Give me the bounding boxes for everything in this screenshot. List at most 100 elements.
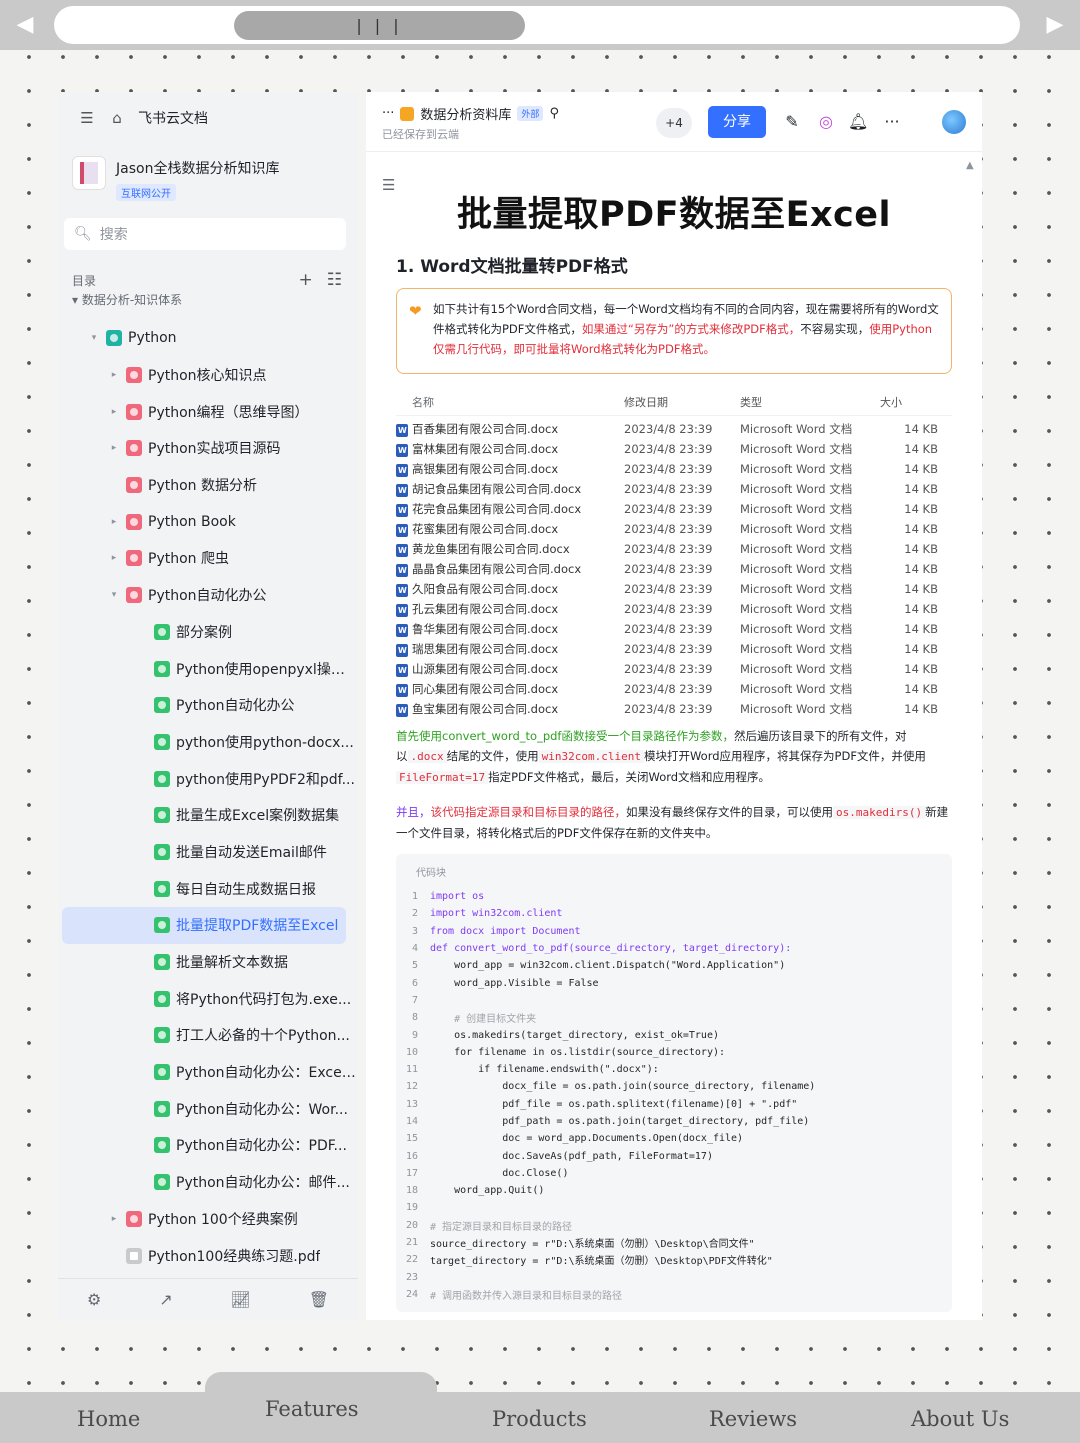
sidebar-item[interactable]: Python自动化办公：Excel...: [58, 1054, 358, 1091]
nav-reviews[interactable]: Reviews: [709, 1407, 797, 1431]
column-type[interactable]: 类型: [740, 394, 880, 410]
list-settings-icon[interactable]: ☷: [327, 270, 342, 290]
ai-assistant-icon[interactable]: ◎: [816, 112, 836, 131]
edit-icon[interactable]: ✎: [782, 112, 802, 131]
file-list-table: 名称 修改日期 类型 大小 百香集团有限公司合同.docx 2023/4/8 23…: [396, 388, 952, 719]
sidebar-item[interactable]: 批量提取PDF数据至Excel: [62, 907, 346, 944]
column-size[interactable]: 大小: [880, 394, 952, 410]
sidebar-item[interactable]: 部分案例: [58, 614, 358, 651]
bell-icon[interactable]: 🔔︎: [848, 112, 868, 131]
chevron-right-icon[interactable]: ▸: [108, 553, 120, 563]
chevron-down-icon[interactable]: ▾: [108, 590, 120, 600]
sidebar-item[interactable]: Python自动化办公：Wor...: [58, 1090, 358, 1127]
sidebar-item[interactable]: Python使用openpyxl操作...: [58, 650, 358, 687]
scroll-up-icon[interactable]: ▲: [966, 160, 974, 171]
table-row: 瑞思集团有限公司合同.docx 2023/4/8 23:39 Microsoft W…: [396, 639, 952, 659]
sidebar-item-label: 批量解析文本数据: [176, 955, 288, 972]
sidebar-item[interactable]: Python100经典练习题.pdf: [58, 1237, 358, 1274]
sidebar-item[interactable]: Python自动化办公: [58, 687, 358, 724]
home-icon[interactable]: ⌂: [108, 109, 126, 127]
knowledge-base-header[interactable]: Jason全栈数据分析知识库 互联网公开: [72, 156, 279, 201]
breadcrumb-library[interactable]: 数据分析资料库: [420, 104, 511, 123]
chevron-right-icon[interactable]: ▸: [108, 517, 120, 527]
nav-products[interactable]: Products: [492, 1407, 587, 1431]
sidebar-item[interactable]: 批量解析文本数据: [58, 944, 358, 981]
share-button[interactable]: 分享: [708, 106, 766, 138]
external-badge: 外部: [517, 106, 544, 121]
nav-home[interactable]: Home: [77, 1407, 140, 1431]
address-bar[interactable]: [54, 6, 1020, 44]
code-text: from docx import Document: [430, 925, 581, 937]
sidebar-item[interactable]: ▸ Python核心知识点: [58, 357, 358, 394]
sidebar-item[interactable]: Python自动化办公：PDF...: [58, 1127, 358, 1164]
line-number: 9: [411, 1029, 418, 1041]
table-row: 花完食品集团有限公司合同.docx 2023/4/8 23:39 Microsoft…: [396, 499, 952, 519]
code-block[interactable]: 代码块 1 import os 2 import win32com.client 3 fr…: [396, 854, 952, 1312]
line-number: 14: [405, 1116, 418, 1127]
code-line: 13 pdf_file = os.path.splitext(filename)…: [396, 1096, 952, 1113]
nav-features[interactable]: Features: [265, 1397, 359, 1421]
search-input[interactable]: 🔍︎ 搜索: [64, 218, 346, 250]
sidebar-item[interactable]: Python 数据分析: [58, 467, 358, 504]
chevron-down-icon[interactable]: ▾: [88, 333, 100, 343]
chevron-right-icon[interactable]: ▸: [108, 1214, 120, 1224]
document-icon: [154, 843, 170, 860]
file-name-text: 胡记食品集团有限公司合同.docx: [412, 482, 582, 496]
sidebar-item[interactable]: 每日自动生成数据日报: [58, 870, 358, 907]
chevron-right-icon[interactable]: ▸: [108, 370, 120, 380]
column-name[interactable]: 名称: [396, 394, 624, 410]
triangle-left-icon[interactable]: ◀: [10, 10, 40, 40]
sidebar-item[interactable]: Python自动化办公：邮件...: [58, 1164, 358, 1201]
pin-icon[interactable]: ⚲: [549, 106, 559, 121]
file-name-text: 花完食品集团有限公司合同.docx: [412, 502, 582, 516]
chevron-right-icon[interactable]: ▸: [108, 443, 120, 453]
sidebar-item-label: 批量生成Excel案例数据集: [176, 808, 340, 825]
code-text: for filename in os.listdir(source_direct…: [430, 1046, 726, 1058]
more-options-icon[interactable]: ···: [882, 112, 902, 131]
scroll-grip[interactable]: | | |: [234, 11, 525, 40]
file-name: 同心集团有限公司合同.docx: [396, 681, 624, 697]
trash-icon[interactable]: 🗑︎: [309, 1290, 329, 1309]
document-icon: [154, 1064, 170, 1081]
para1-text-3: 模块打开Word应用程序，将其保存为PDF文件，并使用: [643, 749, 926, 763]
file-name: 高银集团有限公司合同.docx: [396, 461, 624, 477]
sidebar-item[interactable]: python使用PyPDF2和pdf...: [58, 760, 358, 797]
add-icon[interactable]: +: [299, 270, 313, 290]
sidebar-item[interactable]: ▸ Python Book: [58, 503, 358, 540]
gear-icon[interactable]: ⚙: [87, 1290, 101, 1309]
sidebar-item[interactable]: ▸ Python 爬虫: [58, 540, 358, 577]
sidebar-item[interactable]: ▾ Python自动化办公: [58, 577, 358, 614]
page-title: 批量提取PDF数据至Excel: [456, 195, 892, 235]
sidebar-item[interactable]: python使用python-docx...: [58, 724, 358, 761]
sidebar-item[interactable]: 将Python代码打包为.exe...: [58, 980, 358, 1017]
sidebar-item[interactable]: ▸ Python编程（思维导图）: [58, 393, 358, 430]
sidebar-item-cut[interactable]: ▾ 数据分析-知识体系: [72, 294, 182, 306]
file-name: 胡记食品集团有限公司合同.docx: [396, 481, 624, 497]
nav-about-us[interactable]: About Us: [911, 1407, 1009, 1431]
sidebar-item[interactable]: ▾ Python: [58, 320, 358, 357]
avatar[interactable]: [942, 110, 966, 134]
triangle-right-icon[interactable]: ▶: [1040, 10, 1070, 40]
file-size: 14 KB: [904, 642, 938, 656]
sidebar-item[interactable]: 批量生成Excel案例数据集: [58, 797, 358, 834]
collapse-sidebar-icon[interactable]: ☰: [78, 109, 96, 127]
file-size: 14 KB: [904, 422, 938, 436]
file-type: Microsoft Word 文档: [740, 462, 853, 476]
column-date[interactable]: 修改日期: [624, 394, 740, 410]
sidebar-item[interactable]: ▸ Python 100个经典案例: [58, 1201, 358, 1238]
line-number: 23: [405, 1271, 418, 1283]
sidebar-item-label: 部分案例: [176, 624, 232, 641]
sidebar-item[interactable]: ▸ Python实战项目源码: [58, 430, 358, 467]
sidebar-item[interactable]: 打工人必备的十个Python...: [58, 1017, 358, 1054]
collaborators-count[interactable]: +4: [656, 108, 692, 138]
more-icon[interactable]: ···: [382, 106, 394, 121]
sidebar-item[interactable]: 批量自动发送Email邮件: [58, 834, 358, 871]
sidebar-item-label: Python自动化办公：Excel...: [176, 1065, 356, 1082]
sidebar-item-label: Python: [128, 330, 177, 347]
share-icon[interactable]: ↗: [159, 1290, 172, 1309]
chevron-right-icon[interactable]: ▸: [108, 407, 120, 417]
file-size: 14 KB: [904, 602, 938, 616]
file-name-text: 山源集团有限公司合同.docx: [412, 662, 559, 676]
table-row: 鲁华集团有限公司合同.docx 2023/4/8 23:39 Microsoft W…: [396, 619, 952, 639]
chart-icon[interactable]: 📈︎: [231, 1290, 251, 1309]
